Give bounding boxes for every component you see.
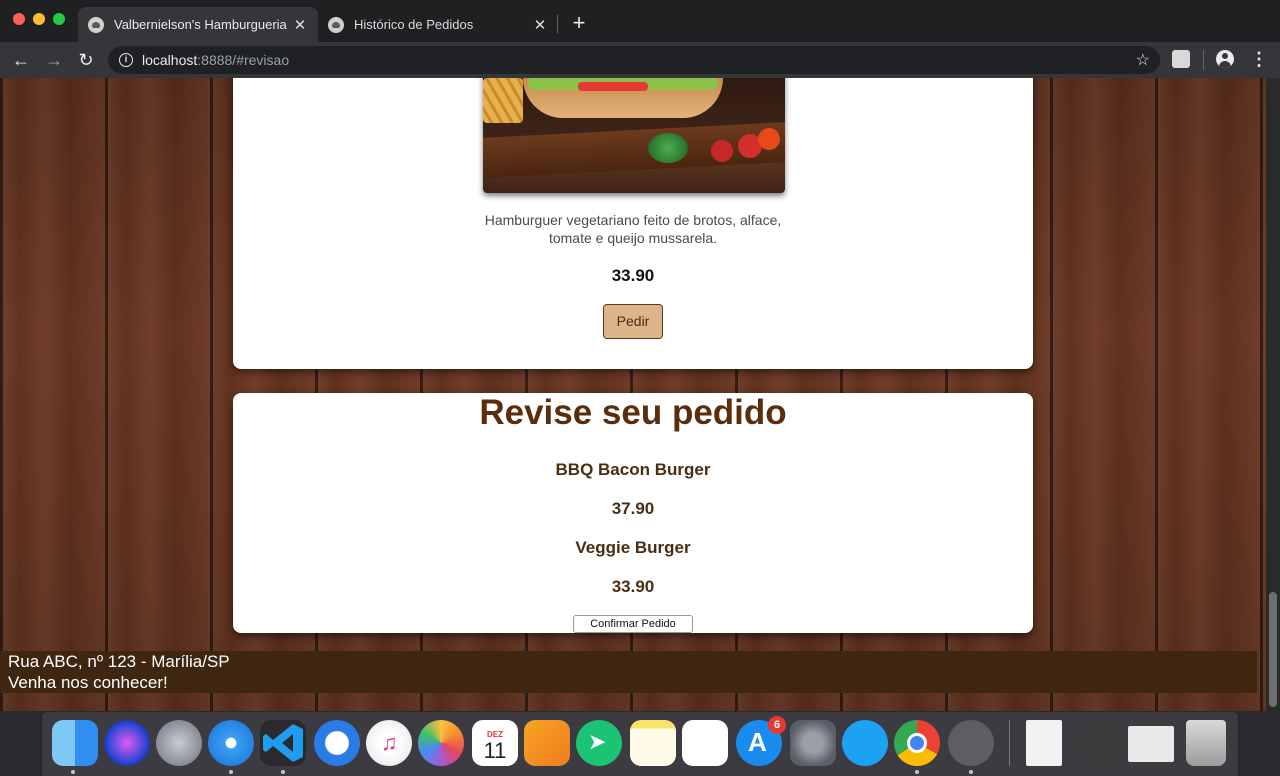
running-indicator <box>71 770 75 774</box>
confirm-order-button[interactable]: Confirmar Pedido <box>573 615 693 633</box>
fries-shape <box>483 78 523 123</box>
tab-hamburgueria[interactable]: Valbernielson's Hamburgueria ✕ <box>78 7 318 42</box>
veggie-burger-image <box>483 78 785 193</box>
close-tab-icon[interactable]: ✕ <box>292 16 308 34</box>
pages-icon[interactable] <box>524 720 570 766</box>
review-item-price: 33.90 <box>611 577 655 596</box>
review-title: Revise seu pedido <box>479 393 787 432</box>
elephant-favicon-icon <box>328 16 344 33</box>
product-card: Hamburguer vegetariano feito de brotos, … <box>233 78 1033 369</box>
siri-icon[interactable] <box>104 720 150 766</box>
product-description: Hamburguer vegetariano feito de brotos, … <box>484 212 782 246</box>
app-store-badge: 6 <box>768 716 786 734</box>
tab-title: Histórico de Pedidos <box>354 17 474 32</box>
herb-shape <box>648 133 688 163</box>
chrome-center <box>907 733 927 753</box>
trash-icon[interactable] <box>1186 720 1226 766</box>
review-item-price: 37.90 <box>611 499 655 518</box>
browser-menu-icon[interactable]: ⋮ <box>1250 48 1268 70</box>
running-indicator <box>281 770 285 774</box>
minimize-window-button[interactable] <box>33 13 45 25</box>
browser-toolbar: ← → ↻ i localhost:8888/#revisao ☆ <box>0 42 1280 78</box>
tomato-shape <box>578 82 648 91</box>
vscode-logo <box>263 724 303 762</box>
profile-icon[interactable] <box>1216 50 1234 68</box>
review-item-name: Veggie Burger <box>575 538 691 557</box>
paper-plane-glyph: ➤ <box>588 729 607 754</box>
calendar-day: 11 <box>483 738 507 763</box>
address-bar[interactable]: i localhost:8888/#revisao ☆ <box>108 46 1160 74</box>
url-path: :8888/#revisao <box>197 52 290 68</box>
chrome-icon[interactable] <box>894 720 940 766</box>
running-indicator <box>915 770 919 774</box>
cherry-tomato-shape <box>758 128 780 150</box>
reminders-icon[interactable] <box>682 720 728 766</box>
extension-icon[interactable] <box>1172 50 1190 68</box>
footer-address: Rua ABC, nº 123 - Marília/SP <box>8 652 230 671</box>
scrollbar-thumb[interactable] <box>1269 592 1277 707</box>
reload-button[interactable]: ↻ <box>74 48 98 72</box>
review-card: Revise seu pedido BBQ Bacon Burger 37.90… <box>233 393 1033 633</box>
dock-divider <box>1009 720 1010 766</box>
tableplus-icon[interactable] <box>948 720 994 766</box>
photos-icon[interactable] <box>418 720 464 766</box>
notes-icon[interactable] <box>630 720 676 766</box>
screenshot-2-icon[interactable] <box>1128 726 1174 762</box>
screenshot-icon[interactable] <box>1076 724 1122 764</box>
launchpad-icon[interactable] <box>156 720 202 766</box>
running-indicator <box>969 770 973 774</box>
twitter-icon[interactable] <box>842 720 888 766</box>
review-item-name: BBQ Bacon Burger <box>555 460 711 479</box>
elephant-favicon-icon <box>88 16 104 33</box>
footer-tagline: Venha nos conhecer! <box>8 673 168 692</box>
close-window-button[interactable] <box>13 13 25 25</box>
toolbar-separator <box>1203 50 1204 70</box>
forward-button[interactable]: → <box>42 48 66 72</box>
tab-historico[interactable]: Histórico de Pedidos ✕ <box>318 7 558 42</box>
direct-mail-icon[interactable]: ➤ <box>576 720 622 766</box>
vscode-icon[interactable] <box>260 720 306 766</box>
spark-icon[interactable] <box>314 720 360 766</box>
back-button[interactable]: ← <box>9 48 33 72</box>
bookmark-star-icon[interactable]: ☆ <box>1136 50 1150 70</box>
maximize-window-button[interactable] <box>53 13 65 25</box>
close-tab-icon[interactable]: ✕ <box>532 16 548 34</box>
app-store-glyph: A <box>748 727 767 757</box>
order-button[interactable]: Pedir <box>603 304 663 339</box>
tab-title: Valbernielson's Hamburgueria <box>114 17 287 32</box>
new-tab-button[interactable]: + <box>568 10 590 36</box>
page-footer: Rua ABC, nº 123 - Marília/SP Venha nos c… <box>0 651 1257 693</box>
url-host: localhost <box>142 52 198 68</box>
product-price: 33.90 <box>611 266 655 285</box>
document-icon[interactable] <box>1026 720 1062 766</box>
dock: ♫ DEZ 11 ➤ A 6 <box>42 712 1238 776</box>
safari-icon[interactable] <box>208 720 254 766</box>
info-icon[interactable]: i <box>119 53 133 67</box>
finder-icon[interactable] <box>52 720 98 766</box>
music-note-glyph: ♫ <box>381 730 398 755</box>
url-text: localhost:8888/#revisao <box>142 52 289 68</box>
system-preferences-icon[interactable] <box>790 720 836 766</box>
calendar-icon[interactable]: DEZ 11 <box>472 720 518 766</box>
music-icon[interactable]: ♫ <box>366 720 412 766</box>
running-indicator <box>229 770 233 774</box>
tab-separator <box>557 15 558 33</box>
browser-titlebar: Valbernielson's Hamburgueria ✕ Histórico… <box>0 0 1280 42</box>
cherry-tomato-shape <box>711 140 733 162</box>
page-viewport: Hamburguer vegetariano feito de brotos, … <box>0 78 1266 711</box>
